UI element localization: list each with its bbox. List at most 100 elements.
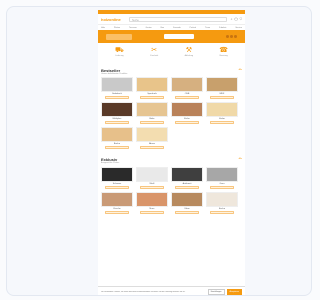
product-image[interactable] [101, 77, 133, 93]
header-icons: ⌕ ◯ ⛉ [231, 17, 242, 21]
details-button[interactable] [175, 96, 199, 100]
search-icon[interactable]: ⌕ [231, 17, 233, 21]
product-tile[interactable]: Weiß [136, 166, 168, 189]
section-link[interactable]: Alle [239, 158, 242, 160]
details-button[interactable] [210, 96, 234, 100]
details-button[interactable] [140, 96, 164, 100]
product-image[interactable] [136, 191, 168, 207]
cart-icon[interactable]: ⛉ [240, 17, 242, 21]
product-tile[interactable]: Anthrazit [171, 166, 203, 189]
product-tile[interactable]: Ulme [171, 191, 203, 214]
saw-icon: ✂ [151, 47, 158, 54]
product-image[interactable] [136, 127, 168, 143]
service-row: ⛟ Lieferung ✂ Zuschnitt ⚒ Abholung ☎ Ber… [98, 43, 245, 68]
details-button[interactable] [175, 121, 199, 125]
menu-item[interactable]: Service [235, 27, 242, 29]
flag-icon[interactable] [226, 35, 229, 38]
details-button[interactable] [175, 185, 199, 189]
section-link[interactable]: Alle [239, 69, 242, 71]
menu-item[interactable]: Türen [205, 27, 210, 29]
cookie-accept-button[interactable]: Akzeptieren [226, 289, 242, 295]
product-image[interactable] [171, 102, 203, 118]
service-item[interactable]: ⚒ Abholung [174, 46, 204, 68]
flag-icon[interactable] [234, 35, 237, 38]
details-button[interactable] [140, 210, 164, 214]
details-button[interactable] [210, 121, 234, 125]
search-input[interactable]: Suche [129, 16, 227, 22]
menu-item[interactable]: Garten [146, 27, 152, 29]
banner-search-pill[interactable] [164, 34, 194, 39]
service-label: Lieferung [115, 55, 124, 57]
product-image[interactable] [206, 102, 238, 118]
product-tile[interactable]: Kiefer [206, 102, 238, 125]
service-label: Beratung [219, 55, 228, 57]
product-image[interactable] [206, 77, 238, 93]
service-item[interactable]: ⛟ Lieferung [104, 46, 134, 68]
product-tile[interactable]: Birke [136, 102, 168, 125]
banner-graphic [106, 33, 132, 40]
product-tile[interactable]: Sperrholz [136, 77, 168, 100]
truck-icon: ⛟ [114, 47, 124, 54]
service-label: Abholung [184, 55, 194, 57]
product-image[interactable] [101, 191, 133, 207]
section-header-bestseller: Bestseller Unsere beliebtesten Produkte … [98, 68, 245, 75]
product-image[interactable] [171, 191, 203, 207]
logo[interactable]: holzonline [101, 17, 125, 22]
product-image[interactable] [101, 127, 133, 143]
web-page: holzonline Suche ⌕ ◯ ⛉ Holz Platten Terr… [98, 10, 245, 295]
product-tile[interactable]: MDF [206, 77, 238, 100]
product-image[interactable] [101, 166, 133, 182]
menu-item[interactable]: Terrasse [129, 27, 137, 29]
section-subtitle: Unsere beliebtesten Produkte [101, 73, 128, 75]
details-button[interactable] [105, 185, 129, 189]
product-image[interactable] [171, 166, 203, 182]
cookie-settings-button[interactable]: Einstellungen [207, 289, 225, 295]
menu-item[interactable]: Parkett [190, 27, 196, 29]
menu-item[interactable]: Fassade [173, 27, 181, 29]
product-image[interactable] [136, 166, 168, 182]
details-button[interactable] [210, 185, 234, 189]
product-image[interactable] [136, 77, 168, 93]
details-button[interactable] [105, 210, 129, 214]
support-icon: ☎ [219, 47, 228, 54]
details-button[interactable] [140, 185, 164, 189]
product-tile[interactable]: Kirsche [101, 191, 133, 214]
cookie-text: Wir verwenden Cookies, um Ihnen das best… [101, 290, 186, 293]
product-image[interactable] [206, 166, 238, 182]
product-tile[interactable]: Siebdruck [101, 77, 133, 100]
section-subtitle: Ausgewählte Platten [101, 162, 120, 165]
details-button[interactable] [140, 146, 164, 150]
product-tile[interactable]: Grau [206, 166, 238, 189]
product-image[interactable] [206, 191, 238, 207]
service-item[interactable]: ✂ Zuschnitt [139, 46, 169, 68]
details-button[interactable] [105, 96, 129, 100]
promo-banner[interactable] [98, 30, 245, 43]
product-image[interactable] [171, 77, 203, 93]
product-tile[interactable]: Multiplex [101, 102, 133, 125]
product-tile[interactable]: Esche [206, 191, 238, 214]
menu-item[interactable]: Platten [114, 27, 120, 29]
product-tile[interactable]: OSB [171, 77, 203, 100]
product-tile[interactable]: Eiche [171, 102, 203, 125]
section-header-exklusiv: Exklusiv Ausgewählte Platten Alle [98, 157, 245, 164]
product-tile[interactable]: Schwarz [101, 166, 133, 189]
details-button[interactable] [140, 121, 164, 125]
header: holzonline Suche ⌕ ◯ ⛉ [98, 14, 245, 24]
product-tile[interactable]: Nuss [136, 191, 168, 214]
product-tile[interactable]: Buche [101, 127, 133, 150]
details-button[interactable] [105, 146, 129, 150]
product-image[interactable] [136, 102, 168, 118]
details-button[interactable] [105, 121, 129, 125]
cookie-banner: Wir verwenden Cookies, um Ihnen das best… [98, 286, 245, 295]
menu-item[interactable]: Bau [161, 27, 165, 29]
details-button[interactable] [175, 210, 199, 214]
menu-item[interactable]: Holz [101, 27, 105, 29]
language-flags [226, 35, 237, 38]
details-button[interactable] [210, 210, 234, 214]
flag-icon[interactable] [230, 35, 233, 38]
service-item[interactable]: ☎ Beratung [209, 46, 239, 68]
user-icon[interactable]: ◯ [234, 17, 237, 21]
menu-item[interactable]: Zubehör [219, 27, 226, 29]
product-tile[interactable]: Ahorn [136, 127, 168, 150]
product-image[interactable] [101, 102, 133, 118]
